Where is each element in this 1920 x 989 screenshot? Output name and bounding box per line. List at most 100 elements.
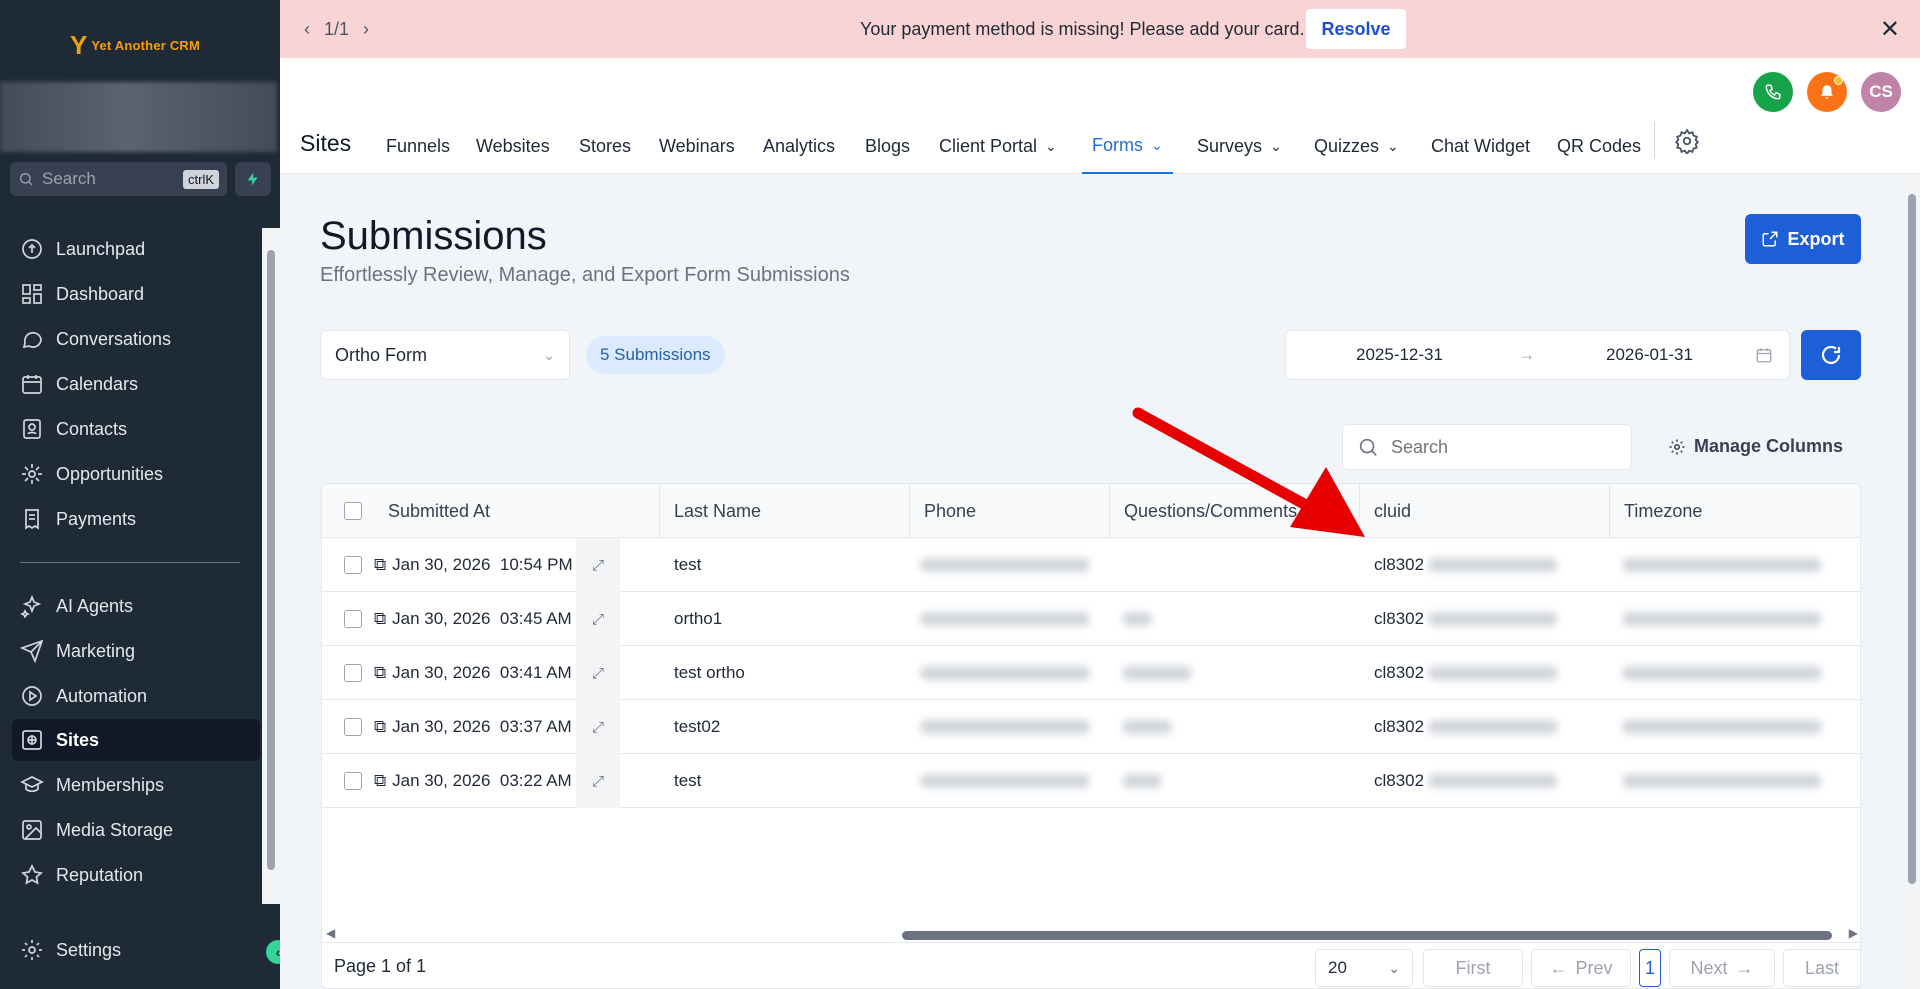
column-submitted-at[interactable]: Submitted At (322, 484, 620, 538)
sidebar-item-media-storage[interactable]: Media Storage (12, 809, 260, 851)
page-scroll-thumb[interactable] (1908, 194, 1916, 884)
last-name-cell: test (674, 771, 702, 790)
page-1-button[interactable]: 1 (1639, 949, 1661, 987)
sidebar-item-settings[interactable]: Settings (12, 929, 260, 971)
chevron-down-icon: ⌄ (1045, 138, 1057, 154)
tab-chat-widget[interactable]: Chat Widget (1431, 130, 1530, 174)
table-scroll-thumb[interactable] (902, 931, 1832, 940)
expand-icon[interactable]: ⤢ (576, 538, 620, 592)
arrow-right-icon: → (1518, 345, 1535, 364)
sidebar-item-payments[interactable]: Payments (12, 498, 260, 540)
row-checkbox[interactable] (344, 538, 362, 592)
table-row[interactable]: ⧉ Jan 30, 2026 03:45 AM ⤢ ortho1 cl8302 (322, 592, 1860, 646)
scroll-right-icon[interactable]: ▶ (1849, 926, 1858, 940)
expand-icon[interactable]: ⤢ (576, 754, 620, 808)
date-end[interactable]: 2026-01-31 (1606, 345, 1693, 365)
account-switcher[interactable] (0, 82, 277, 152)
expand-icon[interactable]: ⤢ (576, 646, 620, 700)
date-start[interactable]: 2025-12-31 (1356, 345, 1443, 365)
tab-analytics[interactable]: Analytics (763, 130, 835, 174)
close-icon[interactable]: ✕ (1880, 15, 1900, 44)
refresh-button[interactable] (1801, 330, 1861, 380)
tab-blogs[interactable]: Blogs (865, 130, 910, 174)
scroll-left-icon[interactable]: ◀ (326, 926, 335, 940)
copy-icon[interactable]: ⧉ (374, 609, 386, 629)
column-timezone[interactable]: Timezone (1610, 484, 1860, 538)
table-search-input[interactable] (1391, 436, 1591, 458)
table-search[interactable] (1342, 424, 1632, 470)
phone-button[interactable] (1753, 72, 1793, 112)
sidebar-item-label: Contacts (56, 418, 128, 439)
page-size-select[interactable]: 20 ⌄ (1315, 949, 1413, 987)
row-checkbox[interactable] (344, 754, 362, 808)
first-page-button[interactable]: First (1423, 949, 1523, 987)
sidebar-item-automation[interactable]: Automation (12, 675, 260, 717)
sidebar-item-calendars[interactable]: Calendars (12, 363, 260, 405)
cluid-text: cl8302 (1374, 663, 1425, 682)
tab-stores[interactable]: Stores (579, 130, 631, 174)
tab-websites[interactable]: Websites (476, 130, 550, 174)
export-button[interactable]: Export (1745, 214, 1861, 264)
chevron-right-icon[interactable]: › (363, 19, 369, 40)
tab-label: Stores (579, 136, 632, 156)
row-checkbox[interactable] (344, 700, 362, 754)
tab-forms[interactable]: Forms ⌄ (1082, 130, 1173, 174)
sidebar-item-marketing[interactable]: Marketing (12, 630, 260, 672)
copy-icon[interactable]: ⧉ (374, 555, 386, 575)
page-scrollbar[interactable] (1904, 174, 1920, 989)
tab-qr-codes[interactable]: QR Codes (1557, 130, 1641, 174)
globe-icon (22, 730, 42, 750)
row-checkbox[interactable] (344, 646, 362, 700)
table-row[interactable]: ⧉ Jan 30, 2026 10:54 PM ⤢ test cl8302 (322, 538, 1860, 592)
manage-columns-button[interactable]: Manage Columns (1668, 436, 1843, 457)
form-select[interactable]: Ortho Form ⌄ (320, 330, 570, 380)
chevron-left-icon[interactable]: ‹ (304, 19, 310, 40)
sidebar-item-reputation[interactable]: Reputation (12, 854, 260, 896)
chevron-down-icon: ⌄ (1388, 959, 1400, 976)
sidebar-item-launchpad[interactable]: Launchpad (12, 228, 260, 270)
sidebar-scrollbar[interactable] (262, 228, 280, 904)
submitted-at-cell: ⧉ Jan 30, 2026 03:22 AM (374, 754, 572, 808)
tab-funnels[interactable]: Funnels (386, 130, 450, 174)
copy-icon[interactable]: ⧉ (374, 771, 386, 791)
sidebar-item-conversations[interactable]: Conversations (12, 318, 260, 360)
row-checkbox[interactable] (344, 592, 362, 646)
column-cluid[interactable]: cluid (1360, 484, 1610, 538)
sidebar-item-opportunities[interactable]: Opportunities (12, 453, 260, 495)
table-row[interactable]: ⧉ Jan 30, 2026 03:37 AM ⤢ test02 cl8302 (322, 700, 1860, 754)
tab-quizzes[interactable]: Quizzes ⌄ (1314, 130, 1399, 174)
select-all-checkbox[interactable] (344, 502, 362, 520)
sidebar-item-contacts[interactable]: Contacts (12, 408, 260, 450)
column-last-name[interactable]: Last Name (660, 484, 910, 538)
timezone-cell-redacted (1622, 592, 1822, 646)
tab-client-portal[interactable]: Client Portal ⌄ (939, 130, 1057, 174)
column-label: Timezone (1624, 500, 1703, 521)
tab-label: Analytics (763, 136, 836, 156)
company-logo[interactable]: Y Yet Another CRM (70, 28, 210, 62)
table-row[interactable]: ⧉ Jan 30, 2026 03:22 AM ⤢ test cl8302 (322, 754, 1860, 808)
notifications-button[interactable] (1807, 72, 1847, 112)
expand-icon[interactable]: ⤢ (576, 700, 620, 754)
next-page-button[interactable]: Next → (1669, 949, 1775, 987)
quick-actions-button[interactable] (235, 162, 271, 196)
sidebar-scroll-thumb[interactable] (267, 250, 275, 870)
last-page-button[interactable]: Last (1783, 949, 1860, 987)
resolve-button[interactable]: Resolve (1306, 9, 1406, 49)
chevron-down-icon: ⌄ (543, 346, 555, 363)
table-row[interactable]: ⧉ Jan 30, 2026 03:41 AM ⤢ test ortho cl83… (322, 646, 1860, 700)
prev-page-button[interactable]: ← Prev (1531, 949, 1631, 987)
sidebar-item-ai-agents[interactable]: AI Agents (12, 585, 260, 627)
sidebar-item-dashboard[interactable]: Dashboard (12, 273, 260, 315)
copy-icon[interactable]: ⧉ (374, 663, 386, 683)
expand-icon[interactable]: ⤢ (576, 592, 620, 646)
tab-webinars[interactable]: Webinars (659, 130, 735, 174)
sidebar-search[interactable]: Search ctrlK (10, 162, 227, 196)
sidebar-item-memberships[interactable]: Memberships (12, 764, 260, 806)
tab-surveys[interactable]: Surveys ⌄ (1197, 130, 1282, 174)
user-avatar[interactable]: CS (1861, 72, 1901, 112)
date-range-picker[interactable]: 2025-12-31 → 2026-01-31 (1285, 330, 1790, 380)
settings-gear-icon[interactable] (1674, 128, 1700, 154)
copy-icon[interactable]: ⧉ (374, 717, 386, 737)
column-phone[interactable]: Phone (910, 484, 1110, 538)
sidebar-item-sites[interactable]: Sites (12, 719, 260, 761)
